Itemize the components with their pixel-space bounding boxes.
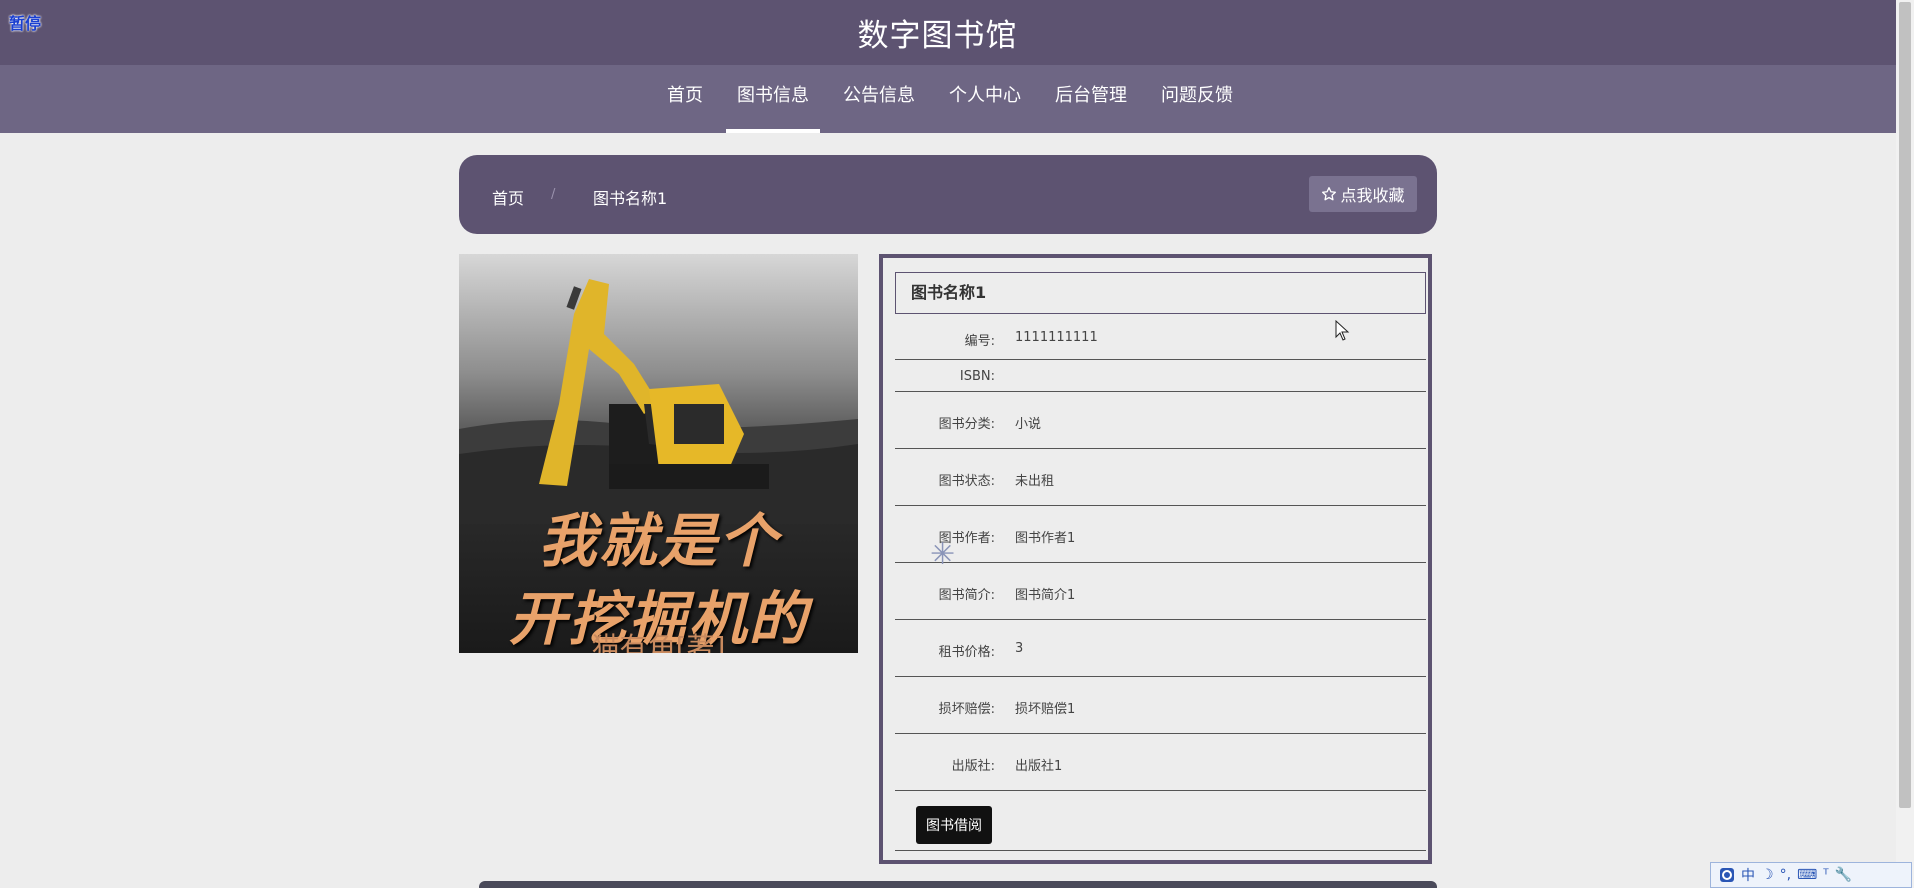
nav-item-home[interactable]: 首页 [650, 65, 720, 133]
cover-title-line1: 我就是个 [538, 507, 779, 575]
site-title: 数字图书馆 [857, 18, 1018, 54]
breadcrumb: 首页 / 图书名称1 点我收藏 [459, 155, 1437, 234]
star-outline-icon [1322, 187, 1337, 201]
detail-row: 图书分类: 小说 [895, 392, 1426, 449]
favorite-button-label: 点我收藏 [1340, 186, 1405, 205]
detail-bottom-divider [895, 850, 1426, 851]
breadcrumb-current: 图书名称1 [593, 189, 668, 208]
field-value-id: 1111111111 [1015, 330, 1098, 345]
ime-punctuation-icon[interactable]: °, [1780, 867, 1791, 883]
page-scrollbar[interactable] [1896, 0, 1914, 888]
field-label-rent-price: 租书价格: [938, 645, 995, 660]
book-detail-panel: 图书名称1 编号: 1111111111 ISBN: 图书分类: 小说 图书状态… [879, 254, 1432, 864]
mouse-cursor-icon [1335, 320, 1350, 341]
field-label-publisher: 出版社: [951, 759, 995, 774]
book-title: 图书名称1 [895, 272, 1426, 314]
ime-toolbar[interactable]: 中 ☽ °, ⌨ ᵀ 🔧 [1710, 862, 1912, 888]
field-label-status: 图书状态: [938, 474, 995, 489]
nav-item-book-info[interactable]: 图书信息 [720, 65, 826, 133]
field-value-status: 未出租 [1015, 474, 1055, 489]
field-label-damage-fee: 损坏赔偿: [938, 702, 995, 717]
field-label-isbn: ISBN: [959, 369, 995, 384]
ime-moon-icon[interactable]: ☽ [1761, 867, 1774, 883]
nav-item-announcements[interactable]: 公告信息 [826, 65, 932, 133]
field-value-rent-price: 3 [1015, 641, 1024, 656]
field-label-id: 编号: [964, 334, 995, 349]
scrollbar-thumb[interactable] [1899, 2, 1911, 808]
field-label-summary: 图书简介: [938, 588, 995, 603]
ime-chinese-mode[interactable]: 中 [1741, 865, 1755, 885]
field-value-summary: 图书简介1 [1015, 588, 1076, 603]
breadcrumb-separator: / [551, 187, 556, 202]
loading-spinner-icon: ✳ [930, 537, 956, 572]
ime-tools-icon[interactable]: ᵀ [1823, 867, 1828, 883]
top-header: 暂停 数字图书馆 [0, 0, 1896, 65]
detail-row: 出版社: 出版社1 [895, 734, 1426, 791]
nav-list: 首页 图书信息 公告信息 个人中心 后台管理 问题反馈 [650, 65, 1250, 133]
nav-item-personal-center[interactable]: 个人中心 [932, 65, 1038, 133]
nav-item-feedback[interactable]: 问题反馈 [1144, 65, 1250, 133]
nav-item-admin[interactable]: 后台管理 [1038, 65, 1144, 133]
borrow-book-button[interactable]: 图书借阅 [916, 806, 992, 844]
detail-row: ISBN: [895, 360, 1426, 392]
cover-author: 猫有角[著] [591, 631, 726, 653]
field-value-author: 图书作者1 [1015, 531, 1076, 546]
favorite-button[interactable]: 点我收藏 [1309, 176, 1417, 212]
detail-row: 损坏赔偿: 损坏赔偿1 [895, 677, 1426, 734]
field-label-category: 图书分类: [938, 417, 995, 432]
ime-keyboard-icon[interactable]: ⌨ [1797, 867, 1817, 883]
ime-logo-icon [1720, 868, 1734, 882]
field-value-category: 小说 [1015, 417, 1042, 432]
detail-row: 图书状态: 未出租 [895, 449, 1426, 506]
field-value-damage-fee: 损坏赔偿1 [1015, 702, 1076, 717]
book-cover-image: 我就是个 开挖掘机的 猫有角[著] [459, 254, 858, 653]
detail-row: 图书简介: 图书简介1 [895, 563, 1426, 620]
main-nav: 首页 图书信息 公告信息 个人中心 后台管理 问题反馈 [0, 65, 1896, 133]
detail-row: 租书价格: 3 [895, 620, 1426, 677]
ime-settings-icon[interactable]: 🔧 [1835, 867, 1852, 883]
field-value-publisher: 出版社1 [1015, 759, 1063, 774]
breadcrumb-home-link[interactable]: 首页 [492, 185, 524, 209]
footer-edge [479, 881, 1437, 888]
detail-row: 图书作者: 图书作者1 [895, 506, 1426, 563]
